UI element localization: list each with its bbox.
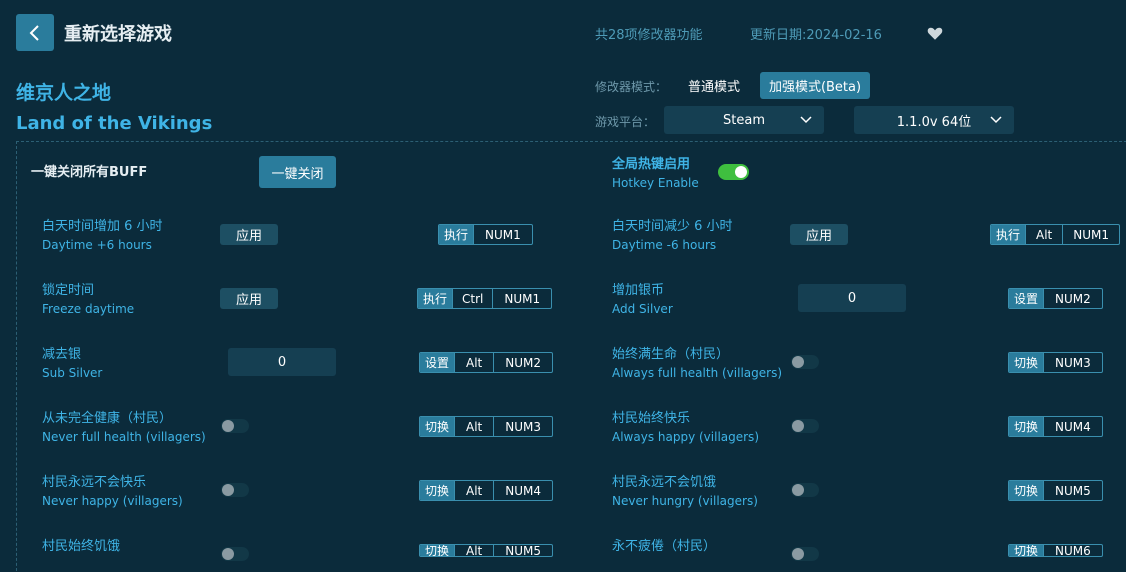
hotkey-toggle[interactable] [718, 164, 749, 180]
hotkey-key: NUM5 [493, 545, 552, 556]
hotkey-key: NUM3 [1043, 353, 1102, 372]
hotkey-modifier: Alt [454, 481, 493, 500]
feature-count: 共28项修改器功能 [595, 28, 703, 43]
hotkey-action: 设置 [420, 353, 455, 372]
cheat-item: 从未完全健康（村民） Never full health (villagers) [42, 411, 206, 444]
hotkey-key: NUM4 [493, 481, 552, 500]
chevron-left-icon [29, 24, 39, 41]
toggle-knob [792, 420, 804, 432]
hotkey-group[interactable]: 执行 Ctrl NUM1 [417, 288, 553, 309]
hotkey-group[interactable]: 切换 Alt NUM3 [419, 416, 554, 437]
apply-button[interactable]: 应用 [220, 288, 278, 309]
hotkey-group[interactable]: 设置 NUM2 [1008, 288, 1103, 309]
cheat-toggle[interactable] [791, 547, 819, 561]
cheat-toggle[interactable] [221, 547, 249, 561]
cheat-item: 永不疲倦（村民） [612, 539, 717, 554]
hotkey-action: 切换 [1009, 545, 1044, 556]
toggle-knob [222, 420, 234, 432]
cheat-item: 白天时间增加 6 小时 Daytime +6 hours [42, 219, 163, 252]
cheat-toggle[interactable] [791, 419, 819, 433]
hotkey-modifier: Alt [454, 353, 493, 372]
hotkey-modifier: Alt [454, 545, 493, 556]
platform-value: Steam [723, 112, 765, 128]
hotkey-key: NUM1 [473, 225, 532, 244]
cheat-item: 锁定时间 Freeze daytime [42, 283, 135, 316]
toggle-knob [735, 166, 747, 178]
toggle-knob [792, 548, 804, 560]
chevron-down-icon [800, 116, 812, 124]
value-input[interactable]: 0 [798, 284, 906, 312]
cheat-toggle[interactable] [221, 419, 249, 433]
hotkey-group[interactable]: 切换 NUM6 [1008, 544, 1103, 557]
value-input[interactable]: 0 [228, 348, 336, 376]
hotkey-action: 切换 [1009, 353, 1044, 372]
back-button[interactable] [16, 14, 54, 51]
hotkey-key: NUM4 [1043, 417, 1102, 436]
toggle-knob [792, 484, 804, 496]
hotkey-group[interactable]: 设置 Alt NUM2 [419, 352, 554, 373]
cheat-toggle[interactable] [791, 483, 819, 497]
hotkey-action: 执行 [439, 225, 474, 244]
hotkey-action: 切换 [420, 417, 455, 436]
close-all-button[interactable]: 一键关闭 [259, 156, 336, 188]
hotkey-group[interactable]: 执行 Alt NUM1 [990, 224, 1121, 245]
hotkey-key: NUM2 [1043, 289, 1102, 308]
hotkey-key: NUM1 [492, 289, 551, 308]
cheat-item: 白天时间减少 6 小时 Daytime -6 hours [612, 219, 733, 252]
cheat-item: 村民永远不会快乐 Never happy (villagers) [42, 475, 183, 508]
version-select[interactable]: 1.1.0v 64位 [854, 106, 1014, 134]
platform-select[interactable]: Steam [664, 106, 824, 134]
hotkey-enable-label: 全局热键启用 Hotkey Enable [612, 157, 699, 190]
mode-enhanced-button[interactable]: 加强模式(Beta) [760, 72, 870, 99]
game-name-cn: 维京人之地 [16, 82, 112, 104]
hotkey-action: 切换 [1009, 481, 1044, 500]
apply-button[interactable]: 应用 [220, 224, 278, 245]
cheat-toggle[interactable] [791, 355, 819, 369]
hotkey-key: NUM5 [1043, 481, 1102, 500]
hotkey-modifier: Alt [454, 417, 493, 436]
hotkey-key: NUM2 [493, 353, 552, 372]
chevron-down-icon [990, 116, 1002, 124]
close-all-label: 一键关闭所有BUFF [31, 165, 148, 180]
toggle-knob [222, 484, 234, 496]
hotkey-group[interactable]: 切换 NUM3 [1008, 352, 1103, 373]
hotkey-key: NUM1 [1062, 225, 1119, 244]
hotkey-action: 切换 [1009, 417, 1044, 436]
hotkey-group[interactable]: 切换 Alt NUM5 [419, 544, 554, 557]
cheat-item: 村民永远不会饥饿 Never hungry (villagers) [612, 475, 758, 508]
cheat-item: 村民始终饥饿 [42, 539, 121, 554]
mode-normal-button[interactable]: 普通模式 [676, 72, 752, 99]
hotkey-action: 执行 [418, 289, 453, 308]
apply-button[interactable]: 应用 [790, 224, 848, 245]
hotkey-group[interactable]: 执行 NUM1 [438, 224, 533, 245]
cheat-item: 减去银 Sub Silver [42, 347, 103, 380]
toggle-knob [222, 548, 234, 560]
hotkey-group[interactable]: 切换 NUM5 [1008, 480, 1103, 501]
hotkey-action: 切换 [420, 545, 455, 556]
cheat-item: 增加银币 Add Silver [612, 283, 673, 316]
hotkey-key: NUM6 [1043, 545, 1102, 556]
hotkey-modifier: Alt [1025, 225, 1062, 244]
hotkey-action: 执行 [991, 225, 1026, 244]
hotkey-group[interactable]: 切换 Alt NUM4 [419, 480, 554, 501]
hotkey-group[interactable]: 切换 NUM4 [1008, 416, 1103, 437]
version-value: 1.1.0v 64位 [896, 114, 972, 130]
update-date: 更新日期:2024-02-16 [750, 28, 882, 43]
platform-label: 游戏平台： [595, 115, 656, 129]
hotkey-action: 切换 [420, 481, 455, 500]
hotkey-key: NUM3 [493, 417, 552, 436]
heart-icon[interactable] [926, 24, 944, 42]
cheat-item: 村民始终快乐 Always happy (villagers) [612, 411, 759, 444]
mode-label: 修改器模式： [595, 80, 668, 94]
page-title: 重新选择游戏 [64, 24, 172, 45]
hotkey-action: 设置 [1009, 289, 1044, 308]
cheat-toggle[interactable] [221, 483, 249, 497]
toggle-knob [792, 356, 804, 368]
game-name-en: Land of the Vikings [16, 113, 213, 134]
cheat-item: 始终满生命（村民） Always full health (villagers) [612, 347, 782, 380]
hotkey-modifier: Ctrl [452, 289, 492, 308]
